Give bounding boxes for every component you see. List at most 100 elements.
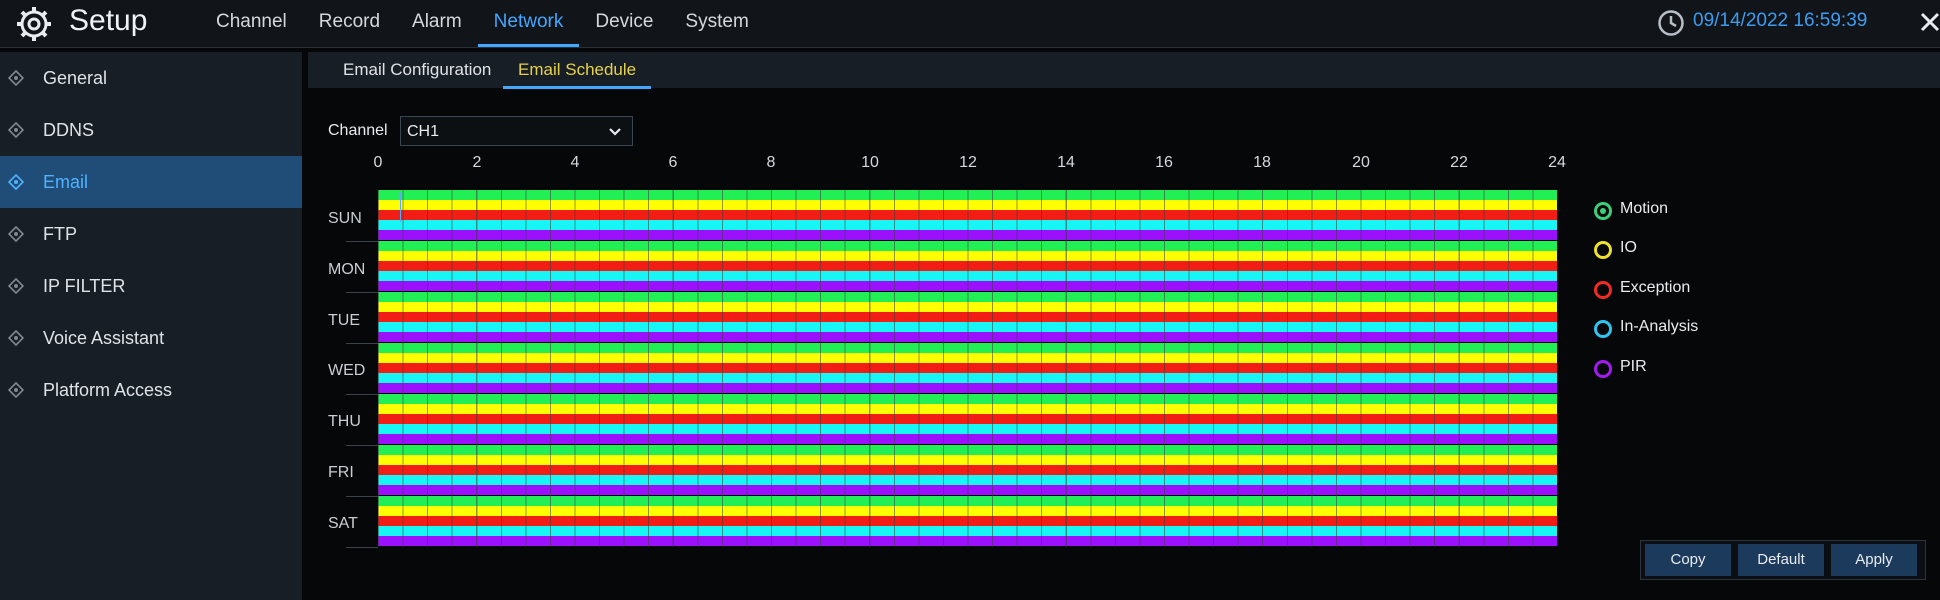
channel-select[interactable]: CH1	[400, 116, 633, 146]
sub-tabs: Email Configuration Email Schedule	[308, 52, 1940, 89]
exception-stripe	[378, 261, 1557, 271]
day-label-mon: MON	[328, 261, 366, 278]
day-separator	[346, 496, 378, 497]
sidebar-item-label: FTP	[43, 224, 77, 244]
nav-alarm[interactable]: Alarm	[396, 0, 478, 44]
exception-stripe	[378, 516, 1557, 526]
close-icon[interactable]	[1918, 10, 1940, 34]
io-stripe	[378, 251, 1557, 261]
sidebar-item-platform-access[interactable]: Platform Access	[0, 364, 302, 416]
nav-system[interactable]: System	[669, 0, 764, 44]
main-nav: Channel Record Alarm Network Device Syst…	[200, 0, 765, 47]
app-title: Setup	[69, 4, 148, 37]
diamond-icon	[8, 70, 24, 86]
radio-icon	[1594, 360, 1612, 378]
io-stripe	[378, 353, 1557, 363]
legend-label: Motion	[1620, 200, 1669, 217]
exception-stripe	[378, 414, 1557, 424]
day-label-thu: THU	[328, 413, 361, 430]
radio-selected-dot	[1600, 208, 1606, 214]
day-label-tue: TUE	[328, 312, 360, 329]
diamond-icon	[8, 330, 24, 346]
sidebar: General DDNS Email FTP IP FILTER Voice A…	[0, 52, 302, 600]
nav-network[interactable]: Network	[477, 0, 580, 47]
schedule-row-wed[interactable]	[378, 343, 1557, 393]
chevron-down-icon	[609, 128, 621, 136]
pir-stripe	[378, 383, 1557, 393]
gear-icon	[17, 7, 51, 41]
day-label-sun: SUN	[328, 210, 362, 227]
hour-label: 10	[861, 154, 879, 171]
day-separator	[346, 394, 378, 395]
schedule-grid[interactable]	[378, 190, 1557, 547]
day-label-sat: SAT	[328, 515, 358, 532]
sidebar-item-ip-filter[interactable]: IP FILTER	[0, 260, 302, 312]
sidebar-item-label: Email	[43, 172, 89, 192]
exception-stripe	[378, 363, 1557, 373]
in-analysis-stripe	[378, 373, 1557, 383]
clock-icon	[1658, 10, 1684, 36]
pir-stripe	[378, 230, 1557, 240]
day-separator	[346, 292, 378, 293]
nav-record[interactable]: Record	[303, 0, 396, 44]
schedule-row-sun[interactable]	[378, 190, 1557, 240]
sidebar-item-ftp[interactable]: FTP	[0, 208, 302, 260]
day-separator	[346, 445, 378, 446]
in-analysis-stripe	[378, 220, 1557, 230]
io-stripe	[378, 404, 1557, 414]
nav-device[interactable]: Device	[579, 0, 669, 44]
sidebar-item-voice-assistant[interactable]: Voice Assistant	[0, 312, 302, 364]
hour-label: 2	[472, 154, 482, 171]
hour-label: 20	[1352, 154, 1370, 171]
in-analysis-stripe	[378, 322, 1557, 332]
hour-label: 22	[1450, 154, 1468, 171]
pir-stripe	[378, 434, 1557, 444]
motion-stripe	[378, 292, 1557, 302]
motion-stripe	[378, 445, 1557, 455]
copy-button[interactable]: Copy	[1645, 544, 1731, 576]
pir-stripe	[378, 281, 1557, 291]
schedule-row-fri[interactable]	[378, 445, 1557, 495]
diamond-icon	[8, 278, 24, 294]
exception-stripe	[378, 312, 1557, 322]
hour-label: 8	[766, 154, 776, 171]
sidebar-item-ddns[interactable]: DDNS	[0, 104, 302, 156]
radio-icon	[1594, 320, 1612, 338]
day-separator	[346, 343, 378, 344]
radio-icon	[1594, 281, 1612, 299]
sidebar-item-label: Platform Access	[43, 380, 173, 400]
io-stripe	[378, 506, 1557, 516]
hour-label: 4	[570, 154, 580, 171]
day-label-fri: FRI	[328, 464, 354, 481]
tab-email-schedule[interactable]: Email Schedule	[503, 52, 652, 89]
hour-label: 6	[668, 154, 678, 171]
exception-stripe	[378, 465, 1557, 475]
default-button[interactable]: Default	[1738, 544, 1824, 576]
schedule-row-tue[interactable]	[378, 292, 1557, 342]
io-stripe	[378, 455, 1557, 465]
sidebar-item-email[interactable]: Email	[0, 156, 302, 208]
motion-stripe	[378, 394, 1557, 404]
nav-channel[interactable]: Channel	[200, 0, 303, 44]
schedule-row-thu[interactable]	[378, 394, 1557, 444]
channel-label: Channel	[328, 122, 388, 139]
top-bar: Setup Channel Record Alarm Network Devic…	[0, 0, 1940, 48]
exception-stripe	[378, 210, 1557, 220]
legend-label: In-Analysis	[1620, 318, 1699, 335]
pir-stripe	[378, 332, 1557, 342]
tab-email-configuration[interactable]: Email Configuration	[343, 52, 491, 88]
hour-label: 14	[1057, 154, 1075, 171]
motion-stripe	[378, 241, 1557, 251]
schedule-row-mon[interactable]	[378, 241, 1557, 291]
schedule-row-sat[interactable]	[378, 496, 1557, 546]
day-separator	[346, 241, 378, 242]
day-separator	[346, 547, 378, 548]
sidebar-item-general[interactable]: General	[0, 52, 302, 104]
channel-value: CH1	[407, 123, 440, 140]
apply-button[interactable]: Apply	[1831, 544, 1917, 576]
in-analysis-stripe	[378, 526, 1557, 536]
diamond-icon	[8, 382, 24, 398]
day-label-wed: WED	[328, 362, 366, 379]
hour-label: 0	[373, 154, 383, 171]
hour-label: 12	[959, 154, 977, 171]
